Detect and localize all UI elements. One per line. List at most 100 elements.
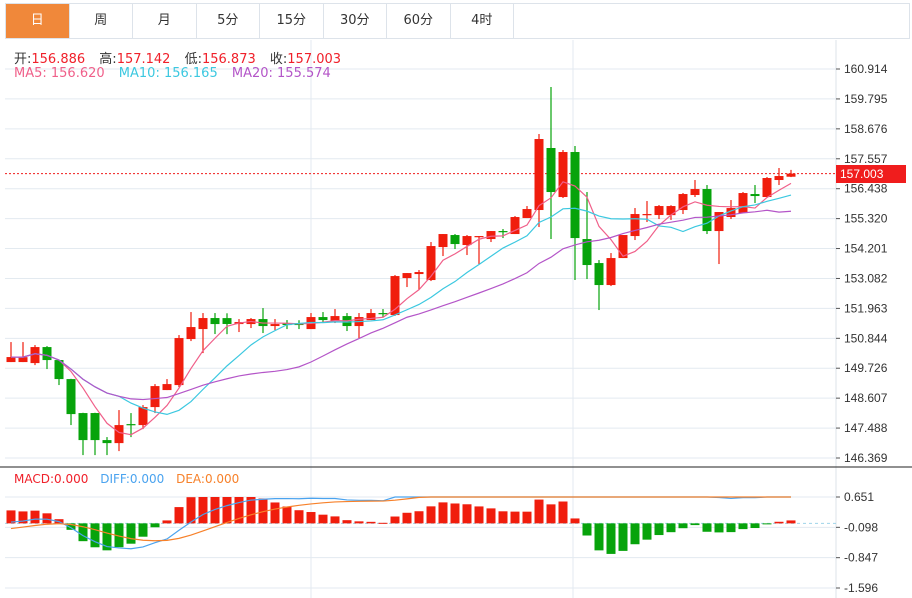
ma-legend: MA5: 156.620 MA10: 156.165 MA20: 155.574: [14, 66, 335, 81]
price-tick-label: 151.963: [844, 301, 888, 315]
close-label: 收:: [269, 52, 288, 67]
open-label: 开:: [14, 52, 32, 67]
macd-bar: [222, 497, 232, 524]
candle-up: [114, 425, 124, 444]
candle-down: [750, 194, 760, 197]
macd-bar: [138, 523, 148, 537]
macd-bar: [774, 521, 784, 524]
candle-up: [462, 236, 472, 246]
candle-up: [654, 206, 664, 216]
macd-bar: [558, 501, 568, 524]
candle-up: [138, 407, 148, 426]
macd-bar: [762, 523, 772, 525]
price-tick-label: 153.082: [844, 271, 888, 285]
macd-bar: [606, 523, 616, 554]
candlestick-chart[interactable]: 160.914 159.795 158.676 157.557 156.438 155.3…: [0, 0, 912, 598]
candle-up: [150, 386, 160, 408]
candle-down: [450, 235, 460, 245]
macd-bar: [522, 511, 532, 524]
high-label: 高:: [99, 52, 117, 67]
macd-bar: [294, 510, 304, 524]
macd-bar: [426, 506, 436, 524]
price-tick-label: 160.914: [844, 62, 888, 76]
candle-up: [474, 236, 484, 238]
macd-bar: [162, 520, 172, 524]
candle-up: [174, 338, 184, 386]
low-label: 低:: [184, 52, 202, 67]
close-value: 157.003: [287, 52, 342, 67]
macd-bar: [642, 523, 652, 540]
macd-value: MACD:0.000: [14, 472, 89, 486]
macd-bar: [474, 506, 484, 524]
macd-bar: [582, 523, 592, 536]
macd-bar: [462, 504, 472, 524]
macd-bar: [282, 506, 292, 524]
macd-bar: [510, 511, 520, 524]
macd-tick-label: -0.847: [844, 551, 878, 565]
candle-up: [738, 193, 748, 214]
low-value: 156.873: [201, 52, 256, 67]
macd-bar: [726, 523, 736, 533]
dea-value: DEA:0.000: [176, 472, 240, 486]
candle-down: [102, 440, 112, 444]
macd-bar: [594, 523, 604, 551]
macd-bar: [330, 516, 340, 524]
candle-down: [90, 413, 100, 441]
candle-up: [774, 176, 784, 181]
macd-legend: MACD:0.000 DIFF:0.000 DEA:0.000: [14, 472, 243, 486]
price-tick-label: 149.726: [844, 361, 888, 375]
candle-down: [210, 318, 220, 325]
macd-bar: [402, 512, 412, 524]
candle-up: [18, 357, 28, 363]
macd-bar: [702, 523, 712, 532]
macd-bar: [390, 516, 400, 524]
candle-down: [42, 347, 52, 361]
candle-up: [786, 173, 796, 177]
macd-tick-label: -0.098: [844, 520, 878, 534]
price-tick-label: 146.369: [844, 451, 888, 465]
kline-widget: 日 周 月 5分 15分 30分 60分 4时 160.914 159.795 15…: [0, 0, 912, 598]
candle-up: [198, 318, 208, 330]
macd-bar: [42, 513, 52, 524]
macd-bar: [570, 518, 580, 524]
candle-up: [678, 194, 688, 211]
macd-bar: [378, 522, 388, 524]
macd-bar: [690, 523, 700, 526]
candle-up: [270, 324, 280, 327]
candle-up: [558, 152, 568, 198]
candle-up: [402, 273, 412, 279]
candle-up: [6, 357, 16, 363]
macd-bar: [30, 510, 40, 524]
macd-bar: [534, 499, 544, 524]
candle-down: [318, 317, 328, 321]
diff-value: DIFF:0.000: [100, 472, 165, 486]
macd-bar: [486, 508, 496, 524]
macd-bar: [198, 497, 208, 524]
candle-up: [162, 384, 172, 391]
macd-bar: [750, 523, 760, 529]
macd-bar: [270, 502, 280, 524]
candle-up: [606, 258, 616, 286]
ohlc-readout: 开:156.886 高:157.142 低:156.873 收:157.003: [14, 48, 345, 67]
macd-tick-label: 0.651: [844, 490, 874, 504]
candle-down: [594, 263, 604, 286]
candle-down: [378, 313, 388, 315]
macd-bar: [342, 520, 352, 524]
high-value: 157.142: [116, 52, 171, 67]
macd-bar: [438, 502, 448, 524]
candle-down: [546, 148, 556, 193]
candle-down: [222, 318, 232, 324]
ma5-legend: MA5: 156.620: [14, 66, 105, 81]
price-tick-label: 154.201: [844, 242, 888, 256]
price-tick-label: 158.676: [844, 122, 888, 136]
macd-bar: [150, 523, 160, 528]
price-tick-label: 156.438: [844, 182, 888, 196]
macd-bar: [618, 523, 628, 551]
macd-bar: [450, 503, 460, 524]
ma20-line: [10, 209, 792, 401]
candle-up: [414, 272, 424, 275]
candle-up: [534, 139, 544, 211]
macd-bar: [714, 523, 724, 533]
macd-bar: [630, 523, 640, 545]
candle-up: [438, 234, 448, 248]
